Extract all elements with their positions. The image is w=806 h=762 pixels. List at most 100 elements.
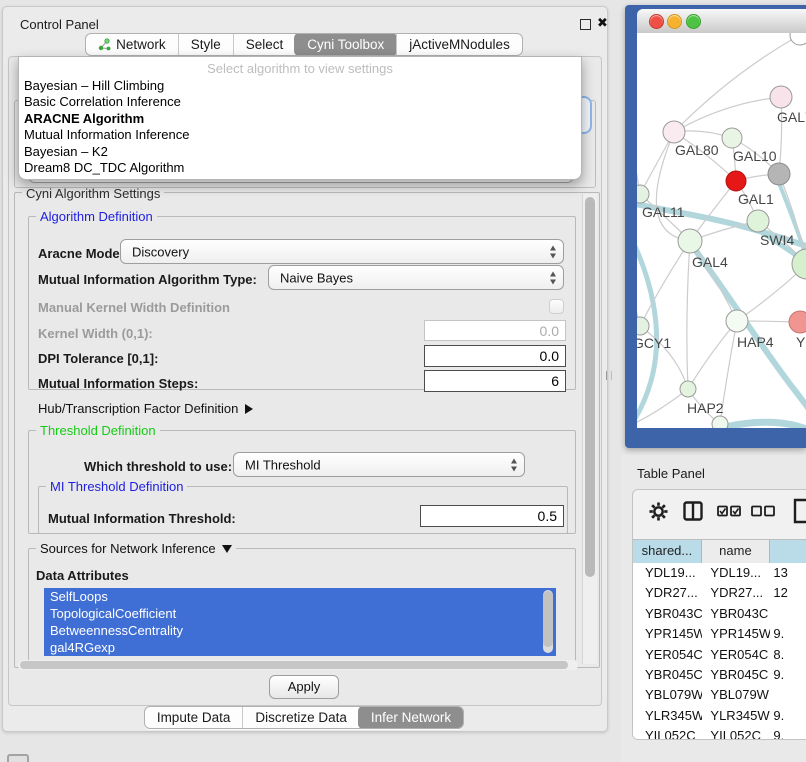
mi-threshold-input[interactable] — [420, 505, 564, 527]
table-document-icon[interactable] — [793, 498, 806, 524]
table-cell: YIL052C — [633, 726, 702, 740]
threshold-definition-title: Threshold Definition — [36, 423, 160, 438]
attribute-betweennesscentrality[interactable]: BetweennessCentrality — [44, 622, 556, 639]
table-row[interactable]: YBR043CYBR043C — [633, 604, 806, 624]
minimize-traffic-light-icon[interactable] — [667, 14, 682, 29]
table-row[interactable]: YLR345WYLR345W9. — [633, 706, 806, 726]
node-hap4[interactable] — [726, 310, 748, 332]
bottom-tab-infer-network[interactable]: Infer Network — [358, 706, 464, 729]
zoom-traffic-light-icon[interactable] — [686, 14, 701, 29]
table-row[interactable]: YBL079WYBL079W — [633, 685, 806, 705]
table-toolbar — [633, 490, 806, 539]
close-traffic-light-icon[interactable] — [649, 14, 664, 29]
split-pane-grip[interactable] — [606, 371, 612, 380]
bottom-tab-discretize-data[interactable]: Discretize Data — [242, 707, 359, 728]
node-y[interactable] — [789, 311, 806, 333]
network-canvas[interactable]: GAL7GAL80GAL10GAL1GAL11SWI4GAL4GCY1HAP4Y… — [637, 33, 806, 428]
unchecked-boxes-icon[interactable] — [751, 505, 776, 517]
node-hap2[interactable] — [680, 381, 696, 397]
table-cell: YBR045C — [633, 665, 702, 685]
collapsed-panel-button[interactable] — [7, 754, 29, 762]
mi-steps-input[interactable] — [424, 370, 566, 392]
manual-kernel-checkbox[interactable] — [549, 299, 564, 314]
node-gal1[interactable] — [726, 171, 746, 191]
kernel-width-input[interactable] — [424, 320, 566, 341]
close-icon[interactable]: ✖ — [597, 15, 608, 31]
table-cell: YBR045C — [702, 665, 770, 685]
hub-section-label: Hub/Transcription Factor Definition — [38, 401, 238, 416]
algorithm-option-aracne-algorithm[interactable]: ARACNE Algorithm — [19, 111, 581, 127]
algorithm-option-mutual-information-inference[interactable]: Mutual Information Inference — [19, 127, 581, 143]
network-icon — [98, 38, 111, 51]
mi-algorithm-type-combo[interactable]: Naive Bayes — [268, 265, 564, 290]
node-gal4[interactable] — [678, 229, 702, 253]
mi-threshold-group-title: MI Threshold Definition — [46, 479, 187, 494]
node-item[interactable] — [712, 416, 728, 428]
algorithm-option-basic-correlation-inference[interactable]: Basic Correlation Inference — [19, 94, 581, 110]
node-label-hap4: HAP4 — [737, 334, 774, 350]
algorithm-option-dream8-dc-tdc-algorithm[interactable]: Dream8 DC_TDC Algorithm — [19, 160, 581, 176]
apply-button[interactable]: Apply — [269, 675, 339, 699]
expanded-arrow-icon — [222, 545, 232, 553]
hub-section-toggle[interactable]: Hub/Transcription Factor Definition — [38, 401, 253, 416]
node-label-gal4: GAL4 — [692, 254, 728, 270]
table-row[interactable]: YIL052CYIL052C9. — [633, 726, 806, 740]
dpi-tolerance-label: DPI Tolerance [0,1]: — [38, 351, 158, 366]
tab-label: Infer Network — [371, 710, 451, 725]
table-cell: YDL19... — [633, 563, 702, 583]
checked-boxes-icon[interactable] — [717, 505, 742, 517]
table-cell: YBL079W — [633, 685, 702, 705]
attribute-selfloops[interactable]: SelfLoops — [44, 588, 556, 605]
dpi-tolerance-input[interactable] — [424, 345, 566, 367]
tab-label: jActiveMNodules — [409, 37, 510, 52]
table-cell: YER054C — [633, 645, 702, 665]
tab-style[interactable]: Style — [178, 34, 233, 55]
table-row[interactable]: YPR145WYPR145W9. — [633, 624, 806, 644]
panel-title: Control Panel — [20, 17, 99, 32]
algorithm-option-bayesian-k2[interactable]: Bayesian – K2 — [19, 144, 581, 160]
node-swi4[interactable] — [747, 210, 769, 232]
table-cell: 9. — [770, 665, 806, 685]
node-label-gal11: GAL11 — [642, 204, 685, 220]
gear-icon[interactable] — [649, 502, 668, 521]
settings-horizontal-scrollbar[interactable] — [18, 660, 578, 670]
tab-network[interactable]: Network — [86, 34, 178, 55]
table-row[interactable]: YDL19...YDL19...13 — [633, 563, 806, 583]
algorithm-dropdown-placeholder: Select algorithm to view settings — [19, 61, 581, 76]
table-cell — [770, 685, 806, 705]
mi-threshold-label: Mutual Information Threshold: — [48, 511, 236, 526]
table-cell: YER054C — [702, 645, 770, 665]
table-cell: YDR27... — [633, 583, 702, 603]
table-row[interactable]: YDR27...YDR27...12 — [633, 583, 806, 603]
tab-jactivemnodules[interactable]: jActiveMNodules — [396, 34, 522, 55]
node-gal80[interactable] — [663, 121, 685, 143]
node-item[interactable] — [768, 163, 790, 185]
node-gal7[interactable] — [770, 86, 792, 108]
node-item[interactable] — [790, 33, 806, 45]
table-row[interactable]: YER054CYER054C8. — [633, 645, 806, 665]
aracne-mode-combo[interactable]: Discovery — [120, 239, 564, 264]
settings-vertical-scrollbar[interactable] — [582, 194, 597, 664]
algorithm-option-bayesian-hill-climbing[interactable]: Bayesian – Hill Climbing — [19, 78, 581, 94]
column-header-item[interactable] — [770, 540, 806, 563]
table-cell: 12 — [770, 583, 806, 603]
tab-label: Network — [116, 37, 166, 52]
sources-group-toggle[interactable]: Sources for Network Inference — [36, 541, 236, 556]
bottom-tab-impute-data[interactable]: Impute Data — [145, 707, 243, 728]
attribute-list-scrollbar[interactable] — [543, 590, 553, 653]
tab-cyni-toolbox[interactable]: Cyni Toolbox — [294, 33, 397, 56]
table-cell: 13 — [770, 563, 806, 583]
column-header-name[interactable]: name — [702, 540, 770, 563]
float-window-icon[interactable] — [580, 19, 591, 30]
which-threshold-combo[interactable]: MI Threshold — [233, 452, 525, 477]
tab-label: Discretize Data — [255, 710, 347, 725]
attribute-gal4rgexp[interactable]: gal4RGexp — [44, 639, 556, 656]
split-columns-icon[interactable] — [683, 501, 703, 521]
table-cell: YPR145W — [633, 624, 702, 644]
attribute-topologicalcoefficient[interactable]: TopologicalCoefficient — [44, 605, 556, 622]
node-gal10[interactable] — [722, 128, 742, 148]
table-row[interactable]: YBR045CYBR045C9. — [633, 665, 806, 685]
tab-select[interactable]: Select — [233, 34, 296, 55]
network-window-titlebar[interactable] — [637, 9, 806, 34]
column-header-shared[interactable]: shared... — [633, 540, 702, 563]
